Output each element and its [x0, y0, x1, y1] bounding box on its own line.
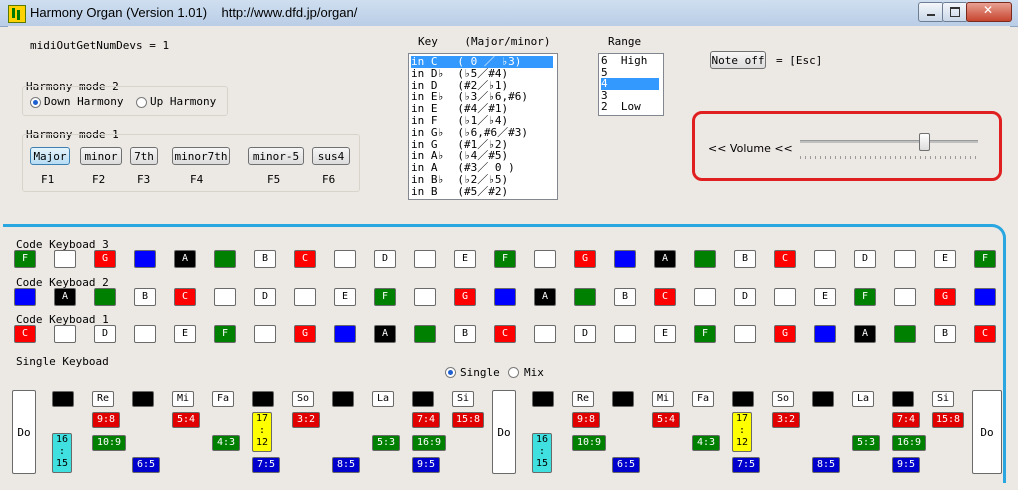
title-bar[interactable]: Harmony Organ (Version 1.01) http://www.…	[0, 0, 1018, 27]
down-harmony-radio[interactable]	[30, 97, 41, 108]
f5-key-label: F5	[267, 173, 281, 186]
app-window: Harmony Organ (Version 1.01) http://www.…	[0, 0, 1018, 490]
maximize-button[interactable]	[942, 2, 968, 22]
f4-key-label: F4	[190, 173, 204, 186]
range-list-label: Range	[608, 35, 642, 48]
f3-key-label: F3	[137, 173, 151, 186]
key-list-item[interactable]: in D♭ (♭5／#4)	[411, 67, 553, 80]
client-area: midiOutGetNumDevs = 1 Harmony mode 2 Dow…	[3, 26, 1010, 483]
minimize-button[interactable]	[918, 2, 944, 22]
key-list-item[interactable]: in B (#5／#2)	[411, 185, 553, 198]
major-button[interactable]: Major	[30, 147, 70, 165]
key-list-label: Key (Major/minor)	[418, 35, 551, 48]
app-logo-icon	[8, 5, 26, 23]
range-list-item[interactable]: 2 Low	[601, 101, 659, 113]
key-listbox[interactable]: in C ( 0 ／ ♭3) in D♭ (♭5／#4) in D (#2／♭1) i…	[408, 53, 558, 200]
f6-key-label: F6	[322, 173, 336, 186]
range-listbox[interactable]: 6 High 5 4 3 2 Low	[598, 53, 664, 116]
window-title: Harmony Organ (Version 1.01) http://www.…	[30, 5, 358, 20]
down-harmony-label: Down Harmony	[44, 95, 124, 108]
seventh-button[interactable]: 7th	[130, 147, 158, 165]
keyboards-highlight-annotation	[3, 224, 1006, 483]
note-off-button[interactable]: Note off	[710, 51, 766, 69]
up-harmony-label: Up Harmony	[150, 95, 217, 108]
range-list-item[interactable]: 4	[601, 78, 659, 90]
minor-5-button[interactable]: minor-5	[248, 147, 304, 165]
minor-button[interactable]: minor	[80, 147, 122, 165]
key-list-item[interactable]: in G♭ (♭6,#6／#3)	[411, 126, 553, 139]
midi-devices-readout: midiOutGetNumDevs = 1	[30, 39, 170, 52]
sus4-button[interactable]: sus4	[312, 147, 350, 165]
range-list-item[interactable]: 6 High	[601, 55, 659, 67]
up-harmony-radio[interactable]	[136, 97, 147, 108]
volume-highlight-annotation	[692, 111, 1002, 181]
close-button[interactable]	[966, 2, 1012, 22]
f2-key-label: F2	[92, 173, 106, 186]
note-off-hint: = [Esc]	[776, 54, 823, 67]
f1-key-label: F1	[41, 173, 55, 186]
minor7th-button[interactable]: minor7th	[172, 147, 230, 165]
range-list-item[interactable]: 5	[601, 66, 659, 79]
